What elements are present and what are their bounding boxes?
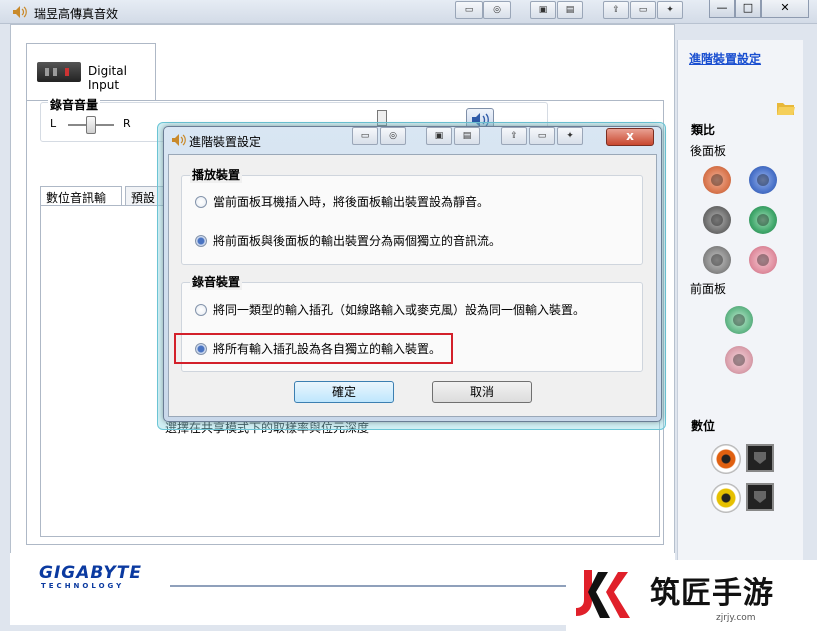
optical-input-icon[interactable] [746,483,774,511]
playback-option-mute-rear-label[interactable]: 當前面板耳機插入時，將後面板輸出裝置設為靜音。 [213,193,489,210]
rear-jack-gray[interactable] [703,206,731,234]
watermark-url: zjrjy.com [716,613,756,623]
dialog-toolbar-export-icon[interactable]: ⇪ [501,127,527,145]
title-bar: 瑞昱高傳真音效 ▭ ◎ ▣ ▤ ⇪ ▭ ✦ — □ ✕ [0,0,817,24]
balance-slider-thumb[interactable] [86,116,96,134]
subtab-digital-audio-input[interactable]: 數位音訊輸入 [40,186,122,222]
right-connector-panel [677,40,803,560]
toolbar-window-icon[interactable]: ▭ [630,1,656,19]
watermark-text: 筑匠手游 [650,576,774,611]
toolbar-device-icon[interactable]: ▭ [455,1,483,19]
dialog-toolbar-window-icon[interactable]: ▭ [529,127,555,145]
gigabyte-logo: GIGABYTE [39,563,142,583]
playback-option-mute-rear-radio[interactable] [195,196,207,208]
minimize-button[interactable]: — [709,0,735,18]
dialog-toolbar-connector-icon[interactable]: ◎ [380,127,406,145]
ok-button[interactable]: 確定 [294,381,394,403]
advanced-settings-link[interactable]: 進階裝置設定 [689,50,761,67]
rear-jack-orange[interactable] [703,166,731,194]
footer-divider [170,585,570,587]
volume-right-label: R [123,117,131,130]
record-option-merge-radio[interactable] [195,304,207,316]
watermark-logo-icon [576,570,630,618]
dialog-toolbar-pin-icon[interactable]: ✦ [557,127,583,145]
speaker-icon [172,134,186,146]
rear-jack-green[interactable] [749,206,777,234]
playback-option-separate-radio[interactable] [195,235,207,247]
front-jack-green[interactable] [725,306,753,334]
record-option-merge-label[interactable]: 將同一類型的輸入插孔（如線路輸入或麥克風）設為同一個輸入裝置。 [213,301,585,318]
speaker-icon [13,6,27,18]
dialog-toolbar-panel-icon[interactable]: ▣ [426,127,452,145]
highlight-box [174,333,453,364]
rear-jack-gray-2[interactable] [703,246,731,274]
cancel-button[interactable]: 取消 [432,381,532,403]
toolbar-screen-icon[interactable]: ▤ [557,1,583,19]
dialog-toolbar-device-icon[interactable]: ▭ [352,127,378,145]
tab-digital-input[interactable]: Digital Input [26,43,156,101]
rear-jack-pink[interactable] [749,246,777,274]
playback-group [181,175,643,265]
toolbar-export-icon[interactable]: ⇪ [603,1,629,19]
close-button[interactable]: ✕ [761,0,809,18]
dialog-title: 進階裝置設定 [189,135,262,149]
front-panel-label: 前面板 [690,282,727,296]
analog-label: 類比 [691,123,716,137]
gigabyte-logo-sub: TECHNOLOGY [41,582,125,590]
front-jack-pink[interactable] [725,346,753,374]
playback-group-title: 播放裝置 [190,166,243,183]
toolbar-panel-icon[interactable]: ▣ [530,1,556,19]
coaxial-output-orange[interactable] [711,444,741,474]
optical-output-icon[interactable] [746,444,774,472]
record-group-title: 錄音裝置 [190,273,243,290]
rear-panel-label: 後面板 [690,144,727,158]
rear-jack-blue[interactable] [749,166,777,194]
digital-label: 數位 [691,419,716,433]
tab-digital-input-label: Digital Input [88,64,127,92]
digital-device-icon [37,62,81,82]
dialog-toolbar-screen-icon[interactable]: ▤ [454,127,480,145]
toolbar-pin-icon[interactable]: ✦ [657,1,683,19]
dialog-close-button[interactable]: x [606,128,654,146]
folder-icon[interactable] [776,100,796,116]
record-volume-title: 錄音音量 [48,96,101,113]
window-title: 瑞昱高傳真音效 [34,7,119,21]
toolbar-connector-icon[interactable]: ◎ [483,1,511,19]
maximize-button[interactable]: □ [735,0,761,18]
playback-option-separate-label[interactable]: 將前面板與後面板的輸出裝置分為兩個獨立的音訊流。 [213,232,501,249]
volume-left-label: L [50,117,57,130]
coaxial-input-yellow[interactable] [711,483,741,513]
